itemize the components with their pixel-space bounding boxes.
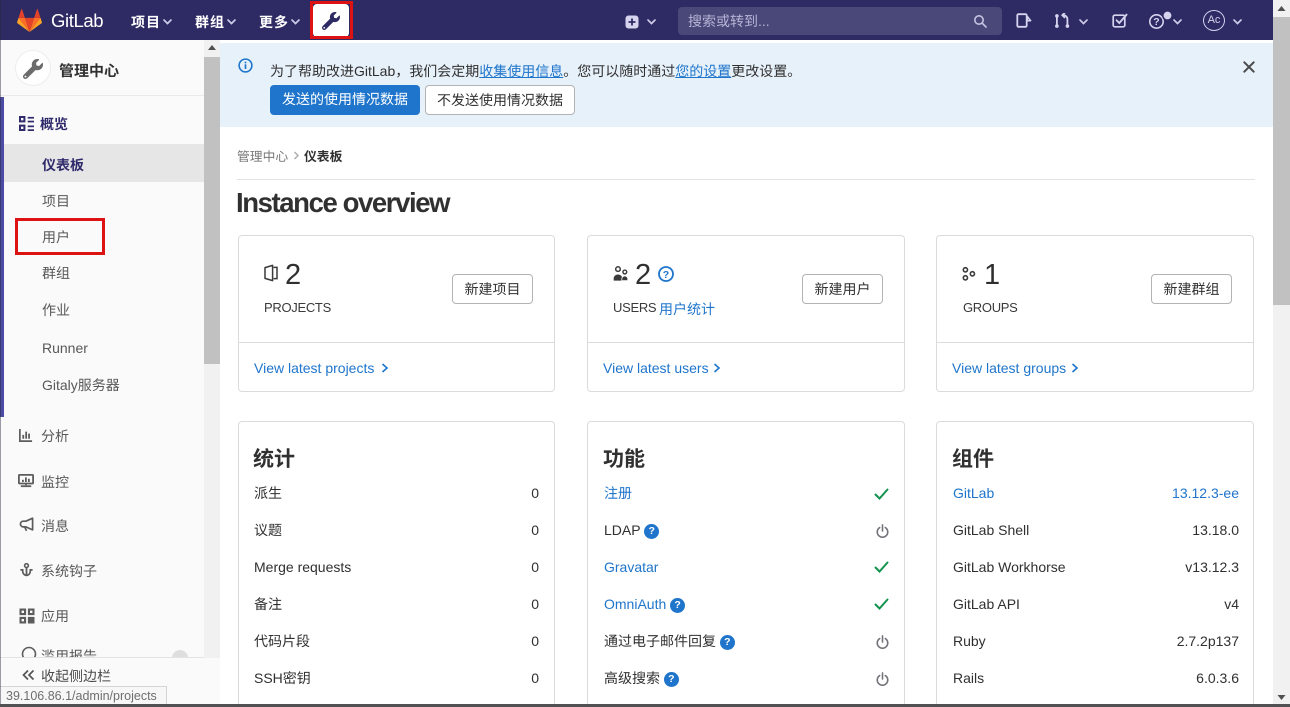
svg-text:?: ? — [1153, 16, 1159, 28]
svg-text:?: ? — [663, 269, 669, 281]
